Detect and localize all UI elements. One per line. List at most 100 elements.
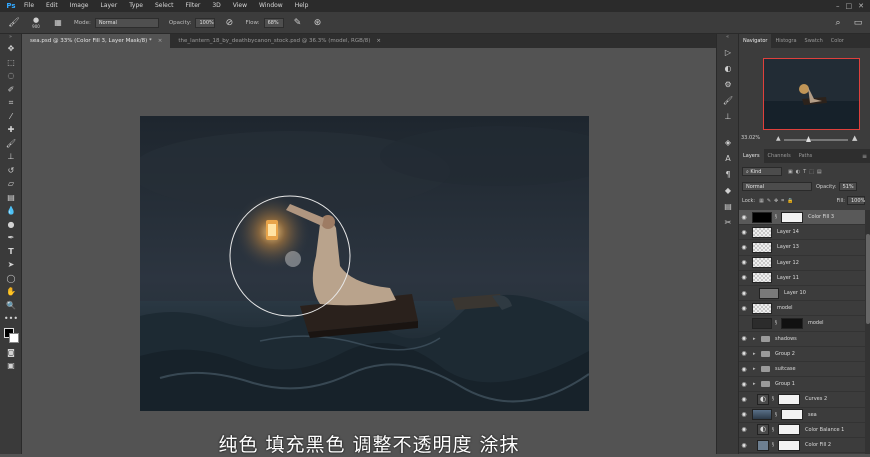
- history-brush-tool-icon[interactable]: ↺: [0, 164, 22, 178]
- visibility-eye-icon[interactable]: ◉: [739, 274, 749, 281]
- zoom-out-icon[interactable]: ▲: [776, 135, 781, 142]
- hand-tool-icon[interactable]: ✋: [0, 285, 22, 299]
- layer-row[interactable]: § model: [739, 316, 865, 332]
- opacity-field[interactable]: 100%: [195, 17, 216, 28]
- close-tab-icon[interactable]: ×: [376, 38, 381, 44]
- menu-edit[interactable]: Edit: [40, 0, 64, 12]
- layer-row[interactable]: ◉ Layer 12: [739, 256, 865, 271]
- layer-row[interactable]: ◉ § Color Fill 3: [739, 210, 865, 226]
- navigator-preview[interactable]: [763, 58, 860, 130]
- visibility-eye-icon[interactable]: ◉: [739, 396, 749, 403]
- visibility-eye-icon[interactable]: ◉: [739, 244, 749, 251]
- link-chain-icon[interactable]: §: [770, 427, 776, 433]
- flow-field[interactable]: 68%: [263, 17, 284, 28]
- paragraph-panel-icon[interactable]: ¶: [717, 166, 739, 182]
- eraser-tool-icon[interactable]: ▱: [0, 177, 22, 191]
- move-tool-icon[interactable]: ✥: [0, 42, 22, 56]
- brush-settings-panel-icon[interactable]: 🖌: [717, 92, 739, 108]
- pressure-opacity-icon[interactable]: ⊘: [223, 17, 235, 29]
- layer-row[interactable]: ◉ Layer 11: [739, 271, 865, 286]
- brush-tool-icon[interactable]: 🖌: [8, 17, 20, 29]
- layer-mask-thumbnail[interactable]: [778, 424, 800, 436]
- clone-source-panel-icon[interactable]: ⊥: [717, 108, 739, 124]
- canvas-area[interactable]: 纯色 填充黑色 调整不透明度 涂抹: [22, 48, 716, 456]
- blur-tool-icon[interactable]: 💧: [0, 204, 22, 218]
- menu-image[interactable]: Image: [64, 0, 95, 12]
- visibility-eye-icon[interactable]: ◉: [739, 366, 749, 373]
- layer-row[interactable]: ◉ ▸ suitcase: [739, 362, 865, 378]
- layers-mini-icon[interactable]: ◈: [717, 134, 739, 150]
- background-color-swatch[interactable]: [9, 332, 19, 343]
- visibility-eye-icon[interactable]: ◉: [739, 381, 749, 388]
- visibility-eye-icon[interactable]: ◉: [739, 442, 749, 449]
- layer-row[interactable]: ◉ ▸ Group 1: [739, 377, 865, 393]
- expand-arrow-icon[interactable]: ▸: [753, 336, 759, 342]
- tab-histogram[interactable]: Histogra: [771, 34, 800, 48]
- brush-tool-icon[interactable]: 🖌: [0, 137, 22, 151]
- color-swatches[interactable]: [0, 326, 22, 346]
- filter-kind-select[interactable]: ⌕ Kind: [742, 167, 782, 176]
- layer-row[interactable]: ◉ ◐ § Color Balance 1: [739, 423, 865, 438]
- healing-tool-icon[interactable]: ✚: [0, 123, 22, 137]
- brush-panel-icon[interactable]: ▦: [52, 17, 64, 29]
- expand-arrow-icon[interactable]: ▸: [753, 351, 759, 357]
- layer-row[interactable]: ◉ model: [739, 301, 865, 317]
- tab-color[interactable]: Color: [827, 34, 848, 48]
- quick-mask-icon[interactable]: ◙: [0, 346, 22, 360]
- visibility-eye-icon[interactable]: ◉: [739, 214, 749, 221]
- expand-arrow-icon[interactable]: ▸: [753, 381, 759, 387]
- zoom-tool-icon[interactable]: 🔍: [0, 299, 22, 313]
- shape-tool-icon[interactable]: ◯: [0, 272, 22, 286]
- maximize-icon[interactable]: □: [846, 2, 853, 10]
- link-chain-icon[interactable]: §: [770, 442, 776, 448]
- layer-row[interactable]: ◉ ◐ § Curves 2: [739, 392, 865, 408]
- close-icon[interactable]: ✕: [858, 2, 864, 10]
- tab-sea-psd[interactable]: sea.psd @ 33% (Color Fill 3, Layer Mask/…: [22, 34, 171, 48]
- layer-row[interactable]: ◉ Layer 14: [739, 225, 865, 241]
- link-chain-icon[interactable]: §: [773, 214, 779, 220]
- minimize-icon[interactable]: –: [836, 2, 840, 10]
- crop-tool-icon[interactable]: ⌗: [0, 96, 22, 110]
- layer-row[interactable]: ◉ § Color Fill 2: [739, 438, 865, 454]
- visibility-eye-icon[interactable]: ◉: [739, 290, 749, 297]
- menu-filter[interactable]: Filter: [180, 0, 207, 12]
- layer-opacity-field[interactable]: 51%: [838, 182, 857, 191]
- glyphs-panel-icon[interactable]: ◆: [717, 182, 739, 198]
- pressure-size-icon[interactable]: ⊛: [312, 17, 324, 29]
- layer-mask-thumbnail[interactable]: [778, 439, 800, 451]
- marquee-tool-icon[interactable]: ⬚: [0, 56, 22, 70]
- filter-type-icons[interactable]: ▣◐T⬚▤: [788, 169, 825, 175]
- layer-mask-thumbnail[interactable]: [778, 393, 800, 405]
- channels-mini-icon[interactable]: ▤: [717, 198, 739, 214]
- link-chain-icon[interactable]: §: [770, 396, 776, 402]
- workspace-icon[interactable]: ▭: [852, 17, 864, 29]
- menu-3d[interactable]: 3D: [206, 0, 226, 12]
- collapse-arrows-icon[interactable]: «: [717, 34, 738, 44]
- menu-type[interactable]: Type: [123, 0, 149, 12]
- document-image[interactable]: [140, 116, 589, 411]
- pen-tool-icon[interactable]: ✒: [0, 231, 22, 245]
- menu-file[interactable]: File: [18, 0, 40, 12]
- layer-mask-thumbnail[interactable]: [781, 317, 803, 329]
- airbrush-icon[interactable]: ✎: [292, 17, 304, 29]
- clone-stamp-tool-icon[interactable]: ⊥: [0, 150, 22, 164]
- expand-arrow-icon[interactable]: ▸: [753, 366, 759, 372]
- layer-row[interactable]: ◉ ▸ Group 2: [739, 347, 865, 362]
- tab-navigator[interactable]: Navigator: [739, 34, 772, 48]
- navigator-zoom-value[interactable]: 33.02%: [741, 135, 760, 141]
- menu-view[interactable]: View: [227, 0, 253, 12]
- lasso-tool-icon[interactable]: ◌: [0, 69, 22, 83]
- tool-presets-icon[interactable]: ✂: [717, 214, 739, 230]
- layer-row[interactable]: ◉ § sea: [739, 408, 865, 423]
- visibility-eye-icon[interactable]: ◉: [739, 305, 749, 312]
- menu-help[interactable]: Help: [289, 0, 315, 12]
- properties-panel-icon[interactable]: ⚙: [717, 76, 739, 92]
- type-tool-icon[interactable]: T: [0, 245, 22, 259]
- menu-select[interactable]: Select: [149, 0, 180, 12]
- fill-field[interactable]: 100%: [847, 196, 865, 205]
- quick-select-tool-icon[interactable]: ✐: [0, 83, 22, 97]
- dodge-tool-icon[interactable]: ●: [0, 218, 22, 232]
- link-chain-icon[interactable]: §: [773, 320, 779, 326]
- menu-window[interactable]: Window: [253, 0, 289, 12]
- adjustments-panel-icon[interactable]: ◐: [717, 60, 739, 76]
